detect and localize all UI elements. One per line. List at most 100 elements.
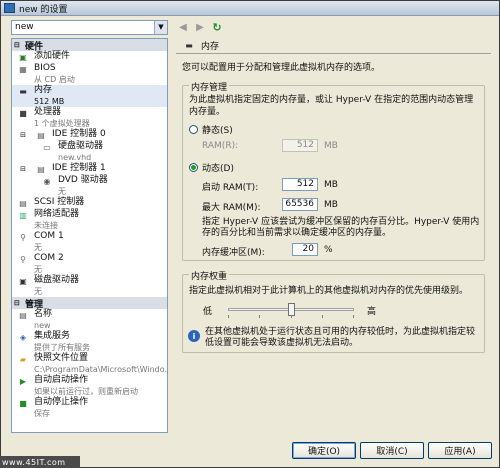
memory-weight-group: 内存权重 指定此虚拟机相对于此计算机上的其他虚拟机对内存的优先使用级别。 低 高… [182,269,485,353]
apply-button[interactable]: 应用(A) [428,442,492,459]
tree-item-com2[interactable]: ⚲ COM 2 无 [12,253,167,275]
settings-app-icon [4,3,15,13]
startup-ram-label: 启动 RAM(T): [202,183,259,193]
tree-item-network-adapter[interactable]: ▥ 网络适配器未连接 [12,209,167,231]
memory-weight-description: 指定此虚拟机相对于此计算机上的其他虚拟机对内存的优先使用级别。 [189,286,469,296]
collapse-icon[interactable]: ⊟ [16,163,30,175]
max-ram-field[interactable]: 65536 [282,198,318,211]
weight-low-label: 低 [203,307,213,317]
tree-item-label: BIOS [34,63,56,73]
bios-chip-icon: ▦ [19,64,27,74]
management-section-header[interactable]: ⊟ 管理 [12,297,167,310]
hardware-section-header[interactable]: ⊟ 硬件 [12,39,167,52]
tree-item-label: 自动停止操作 [34,397,89,407]
buffer-unit: % [324,245,333,255]
tree-item-floppy[interactable]: ▣ 磁盘驱动器无 [12,275,167,297]
tree-item-add-hardware[interactable]: ▣ 添加硬件 [12,51,167,63]
integration-services-icon: ◈ [19,332,27,342]
tree-item-label: 名称 [34,309,53,319]
tree-item-sub: 无 [58,187,66,196]
tree-item-bios[interactable]: ▦ BIOS 从 CD 启动 [12,63,167,85]
collapse-icon[interactable]: ⊟ [14,41,22,49]
dynamic-radio-label: 动态(D) [202,164,234,174]
memory-management-description: 为此虚拟机指定固定的内存量，或让 Hyper-V 在指定的范围内动态管理内存量。 [189,95,474,117]
scsi-controller-icon: ▤ [19,198,27,208]
tree-item-processor[interactable]: ■ 处理器 1 个虚拟处理器 [12,107,167,129]
dynamic-radio-dot[interactable] [189,163,198,172]
buffer-description: 指定 Hyper-V 应该尝试为缓冲区保留的内存百分比。Hyper-V 使用内存… [202,217,480,238]
memory-weight-slider[interactable] [228,303,354,318]
ram-field[interactable]: 512 [282,139,318,152]
tree-item-sub: 提供了所有服务 [34,343,90,352]
tree-item-memory[interactable]: ▬ 内存 512 MB [12,85,167,107]
memory-panel: ▬ 内存 您可以配置用于分配和管理此虚拟机内存的选项。 内存管理 为此虚拟机指定… [176,38,491,433]
tree-item-label: SCSI 控制器 [34,197,85,207]
forward-arrow-icon[interactable]: ▶ [193,20,207,34]
max-ram-label: 最大 RAM(M): [202,203,261,213]
tree-item-label: 硬盘驱动器 [58,141,104,151]
snapshot-folder-icon: ▰ [19,354,27,364]
tree-item-label: 处理器 [34,107,62,117]
ide-controller-icon: ▤ [37,164,45,174]
tree-item-label: 磁盘驱动器 [34,275,80,285]
static-radio-label: 静态(S) [202,126,233,136]
auto-start-icon: ▶ [19,376,27,386]
tree-item-snapshot-location[interactable]: ▰ 快照文件位置 C:\ProgramData\Microsoft\Windo..… [12,353,167,375]
tree-item-sub: 未连接 [34,221,58,230]
panel-description: 您可以配置用于分配和管理此虚拟机内存的选项。 [182,63,381,73]
static-radio[interactable]: 静态(S) [189,123,233,136]
network-adapter-icon: ▥ [19,210,27,220]
tree-item-auto-stop[interactable]: ■ 自动停止操作 保存 [12,397,167,419]
hard-drive-icon: ▭ [43,142,51,152]
static-radio-dot[interactable] [189,125,198,134]
refresh-icon[interactable]: ↻ [210,20,224,34]
startup-ram-field[interactable]: 512 [282,178,318,191]
slider-tick [322,315,323,318]
tree-item-label: IDE 控制器 0 [52,129,106,139]
tree-item-ide-1[interactable]: ⊟ ▤ IDE 控制器 1 [12,163,167,175]
window-title: new 的设置 [19,4,68,15]
cancel-button[interactable]: 取消(C) [360,442,424,459]
chevron-down-icon[interactable]: ▼ [154,20,167,34]
tree-item-sub: 无 [34,243,42,252]
vm-select[interactable]: new ▼ [11,19,168,35]
tree-item-label: 快照文件位置 [34,353,89,363]
tree-item-sub: 1 个虚拟处理器 [34,119,90,128]
add-hardware-icon: ▣ [19,52,27,62]
tree-item-sub: 从 CD 启动 [34,75,75,84]
tree-item-sub: 保存 [34,409,50,418]
tree-item-hard-drive[interactable]: ▭ 硬盘驱动器 new.vhd [12,141,167,163]
tree-item-label: DVD 驱动器 [58,175,108,185]
tree-item-label: 网络适配器 [34,209,80,219]
tree-item-name[interactable]: ▤ 名称 new [12,309,167,331]
tree-item-integration-services[interactable]: ◈ 集成服务 提供了所有服务 [12,331,167,353]
tree-item-auto-start[interactable]: ▶ 自动启动操作 如果以前运行过，则重新启动 [12,375,167,397]
tree-item-label: 自动启动操作 [34,375,89,385]
back-arrow-icon[interactable]: ◀ [176,20,190,34]
panel-title: 内存 [201,42,220,52]
buffer-field[interactable]: 20 [292,243,318,256]
dvd-drive-icon: ◉ [43,176,51,186]
tree-item-sub: C:\ProgramData\Microsoft\Windo... [34,365,168,374]
tree-item-dvd-drive[interactable]: ◉ DVD 驱动器无 [12,175,167,197]
collapse-icon[interactable]: ⊟ [14,299,22,307]
tree-item-label: 添加硬件 [34,51,71,61]
toolbar: new ▼ ◀ ▶ ↻ [1,16,499,38]
management-section-label: 管理 [25,299,44,310]
tree-item-com1[interactable]: ⚲ COM 1 无 [12,231,167,253]
com-port-icon: ⚲ [20,232,26,242]
tree-item-scsi[interactable]: ▤ SCSI 控制器 [12,197,167,209]
memory-icon: ▬ [185,41,193,50]
dynamic-radio[interactable]: 动态(D) [189,161,234,174]
slider-tick [353,315,354,318]
tree-item-label: IDE 控制器 1 [52,163,106,173]
startup-ram-unit: MB [324,180,338,190]
ram-unit: MB [324,141,338,151]
collapse-icon[interactable]: ⊟ [16,129,30,141]
memory-management-title: 内存管理 [189,80,230,93]
tree-item-label: COM 2 [34,253,64,263]
ok-button[interactable]: 确定(O) [292,442,356,459]
tree-item-sub: new.vhd [58,153,92,162]
floppy-disk-icon: ▣ [19,276,27,286]
tree-item-ide-0[interactable]: ⊟ ▤ IDE 控制器 0 [12,129,167,141]
